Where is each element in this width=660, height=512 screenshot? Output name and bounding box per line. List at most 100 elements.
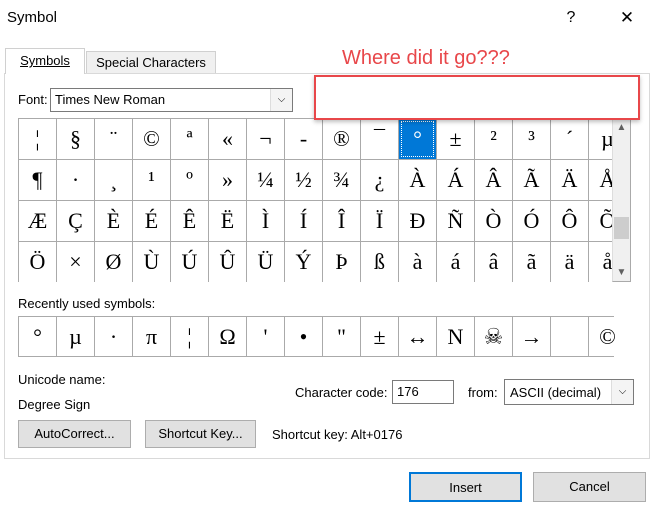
symbol-cell[interactable]: ´ [551,119,588,159]
symbol-cell[interactable]: © [133,119,170,159]
symbol-cell[interactable]: ¯ [361,119,398,159]
symbol-cell[interactable]: Â [475,160,512,200]
autocorrect-button[interactable]: AutoCorrect... [18,420,131,448]
symbol-cell[interactable]: - [285,119,322,159]
symbol-cell[interactable]: à [399,242,436,282]
font-label: Font: [18,92,48,107]
symbol-cell[interactable]: Ë [209,201,246,241]
symbol-cell[interactable]: ¸ [95,160,132,200]
recent-symbol-cell[interactable]: " [323,317,360,356]
symbol-cell[interactable]: Ð [399,201,436,241]
recent-symbol-cell[interactable]: ☠ [475,317,512,356]
symbol-cell[interactable]: Ù [133,242,170,282]
symbol-cell[interactable]: ² [475,119,512,159]
close-button[interactable]: ✕ [614,6,640,30]
recent-symbols-label: Recently used symbols: [18,296,156,311]
scroll-down-arrow-icon[interactable]: ▼ [613,264,630,281]
symbol-cell[interactable]: Ï [361,201,398,241]
symbol-cell[interactable]: á [437,242,474,282]
symbol-cell[interactable]: Á [437,160,474,200]
symbol-cell[interactable]: Ê [171,201,208,241]
recent-symbol-cell[interactable]: ' [247,317,284,356]
symbol-cell[interactable]: Þ [323,242,360,282]
symbol-cell[interactable]: Ñ [437,201,474,241]
symbol-cell[interactable]: º [171,160,208,200]
symbol-cell[interactable]: ° [399,119,436,159]
symbol-cell[interactable]: ½ [285,160,322,200]
symbol-cell[interactable]: ¹ [133,160,170,200]
symbol-cell[interactable]: × [57,242,94,282]
character-code-input[interactable]: 176 [392,380,454,404]
symbol-cell[interactable]: ¿ [361,160,398,200]
recent-symbol-cell[interactable]: · [95,317,132,356]
character-code-label: Character code: [295,385,388,400]
insert-button[interactable]: Insert [409,472,522,502]
symbol-cell[interactable]: ¨ [95,119,132,159]
annotation-highlight-box [314,75,640,120]
symbol-cell[interactable]: Ý [285,242,322,282]
symbol-cell[interactable]: À [399,160,436,200]
symbol-cell[interactable]: ¼ [247,160,284,200]
font-dropdown[interactable]: Times New Roman ⌵ [50,88,293,112]
symbol-cell[interactable]: ä [551,242,588,282]
help-button[interactable]: ? [560,6,582,30]
symbol-cell[interactable]: ¶ [19,160,56,200]
symbol-cell[interactable]: Ì [247,201,284,241]
symbol-cell[interactable]: Ó [513,201,550,241]
symbol-cell[interactable]: È [95,201,132,241]
symbol-cell[interactable]: Ã [513,160,550,200]
symbol-cell[interactable]: Ô [551,201,588,241]
symbol-cell[interactable]: Ö [19,242,56,282]
symbol-cell[interactable]: § [57,119,94,159]
recent-symbol-cell[interactable]: π [133,317,170,356]
symbol-cell[interactable]: Ò [475,201,512,241]
tab-symbols[interactable]: Symbols [5,48,85,74]
symbol-cell[interactable]: ® [323,119,360,159]
recent-symbol-cell[interactable]: ¦ [171,317,208,356]
cancel-button[interactable]: Cancel [533,472,646,502]
symbol-cell[interactable]: Ä [551,160,588,200]
shortcut-key-button[interactable]: Shortcut Key... [145,420,256,448]
symbol-cell[interactable]: ¾ [323,160,360,200]
tab-special-characters[interactable]: Special Characters [86,51,216,74]
scroll-thumb[interactable] [614,217,629,239]
tab-special-characters-label: Special Characters [96,55,206,70]
symbol-cell[interactable]: ³ [513,119,550,159]
symbol-cell[interactable]: ª [171,119,208,159]
symbol-cell[interactable]: É [133,201,170,241]
scroll-up-arrow-icon[interactable]: ▲ [613,119,630,136]
symbol-cell[interactable]: Ü [247,242,284,282]
recent-symbol-cell[interactable]: • [285,317,322,356]
symbol-cell[interactable]: Ø [95,242,132,282]
symbol-cell[interactable]: Í [285,201,322,241]
symbol-cell[interactable]: Ú [171,242,208,282]
recent-symbol-cell[interactable]: → [513,317,550,356]
recent-symbol-cell[interactable]: µ [57,317,94,356]
recent-symbol-cell[interactable]: N [437,317,474,356]
symbol-grid-scrollbar[interactable]: ▲ ▼ [612,118,631,282]
symbol-cell[interactable]: ã [513,242,550,282]
symbol-cell[interactable]: ß [361,242,398,282]
symbol-cell[interactable]: Û [209,242,246,282]
from-value: ASCII (decimal) [510,385,602,400]
chevron-down-icon[interactable]: ⌵ [270,89,292,111]
recent-symbol-cell[interactable]: ± [361,317,398,356]
symbol-cell[interactable]: Ç [57,201,94,241]
annotation-text: Where did it go??? [342,47,510,69]
recent-symbol-cell[interactable] [551,317,588,356]
symbol-cell[interactable]: · [57,160,94,200]
symbol-cell[interactable]: Æ [19,201,56,241]
symbol-cell[interactable]: « [209,119,246,159]
symbol-cell[interactable]: ¦ [19,119,56,159]
symbol-cell[interactable]: Î [323,201,360,241]
from-dropdown[interactable]: ASCII (decimal) ⌵ [504,379,634,405]
recent-symbol-cell[interactable]: ↔ [399,317,436,356]
symbol-cell[interactable]: ¬ [247,119,284,159]
symbol-cell[interactable]: â [475,242,512,282]
recent-symbol-cell[interactable]: Ω [209,317,246,356]
symbol-cell[interactable]: ± [437,119,474,159]
symbol-cell[interactable]: » [209,160,246,200]
chevron-down-icon[interactable]: ⌵ [611,380,633,404]
recent-symbol-cell[interactable]: © [589,317,626,356]
recent-symbol-cell[interactable]: ° [19,317,56,356]
